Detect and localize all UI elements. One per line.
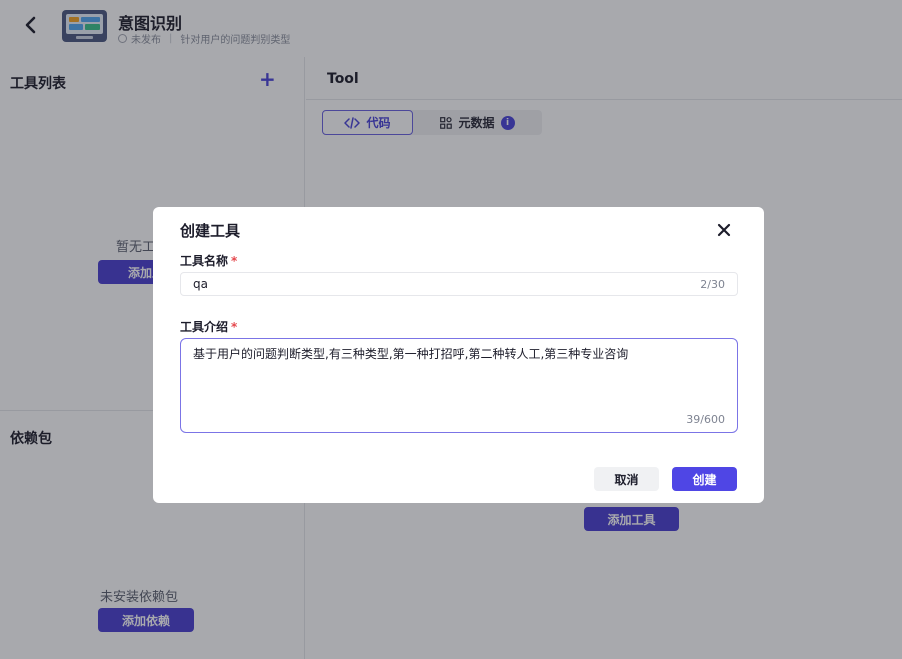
cancel-button[interactable]: 取消 (594, 467, 659, 491)
tool-name-input[interactable] (193, 277, 701, 291)
required-mark: * (231, 254, 238, 268)
tool-desc-count: 39/600 (686, 413, 725, 426)
tool-desc-textarea[interactable]: 基于用户的问题判断类型,有三种类型,第一种打招呼,第二种转人工,第三种专业咨询 … (180, 338, 738, 433)
tool-desc-label-text: 工具介绍 (180, 320, 229, 334)
create-tool-dialog: 创建工具 工具名称* 2/30 工具介绍* 基于用户的问题判断类型,有三种类型,… (153, 207, 764, 503)
tool-name-field[interactable]: 2/30 (180, 272, 738, 296)
dialog-title: 创建工具 (180, 222, 241, 240)
tool-name-label: 工具名称 * (180, 252, 237, 269)
required-mark: * (231, 320, 238, 334)
tool-desc-value[interactable]: 基于用户的问题判断类型,有三种类型,第一种打招呼,第二种转人工,第三种专业咨询 (193, 345, 723, 363)
tool-name-label-text: 工具名称 (180, 254, 229, 268)
create-button[interactable]: 创建 (672, 467, 737, 491)
tool-name-count: 2/30 (700, 277, 725, 291)
tool-desc-label: 工具介绍 * (180, 318, 237, 335)
page: 意图识别 未发布 | 针对用户的问题判别类型 工具列表 + 暂无工 添加工 依赖… (0, 0, 902, 659)
close-icon[interactable] (713, 219, 735, 241)
